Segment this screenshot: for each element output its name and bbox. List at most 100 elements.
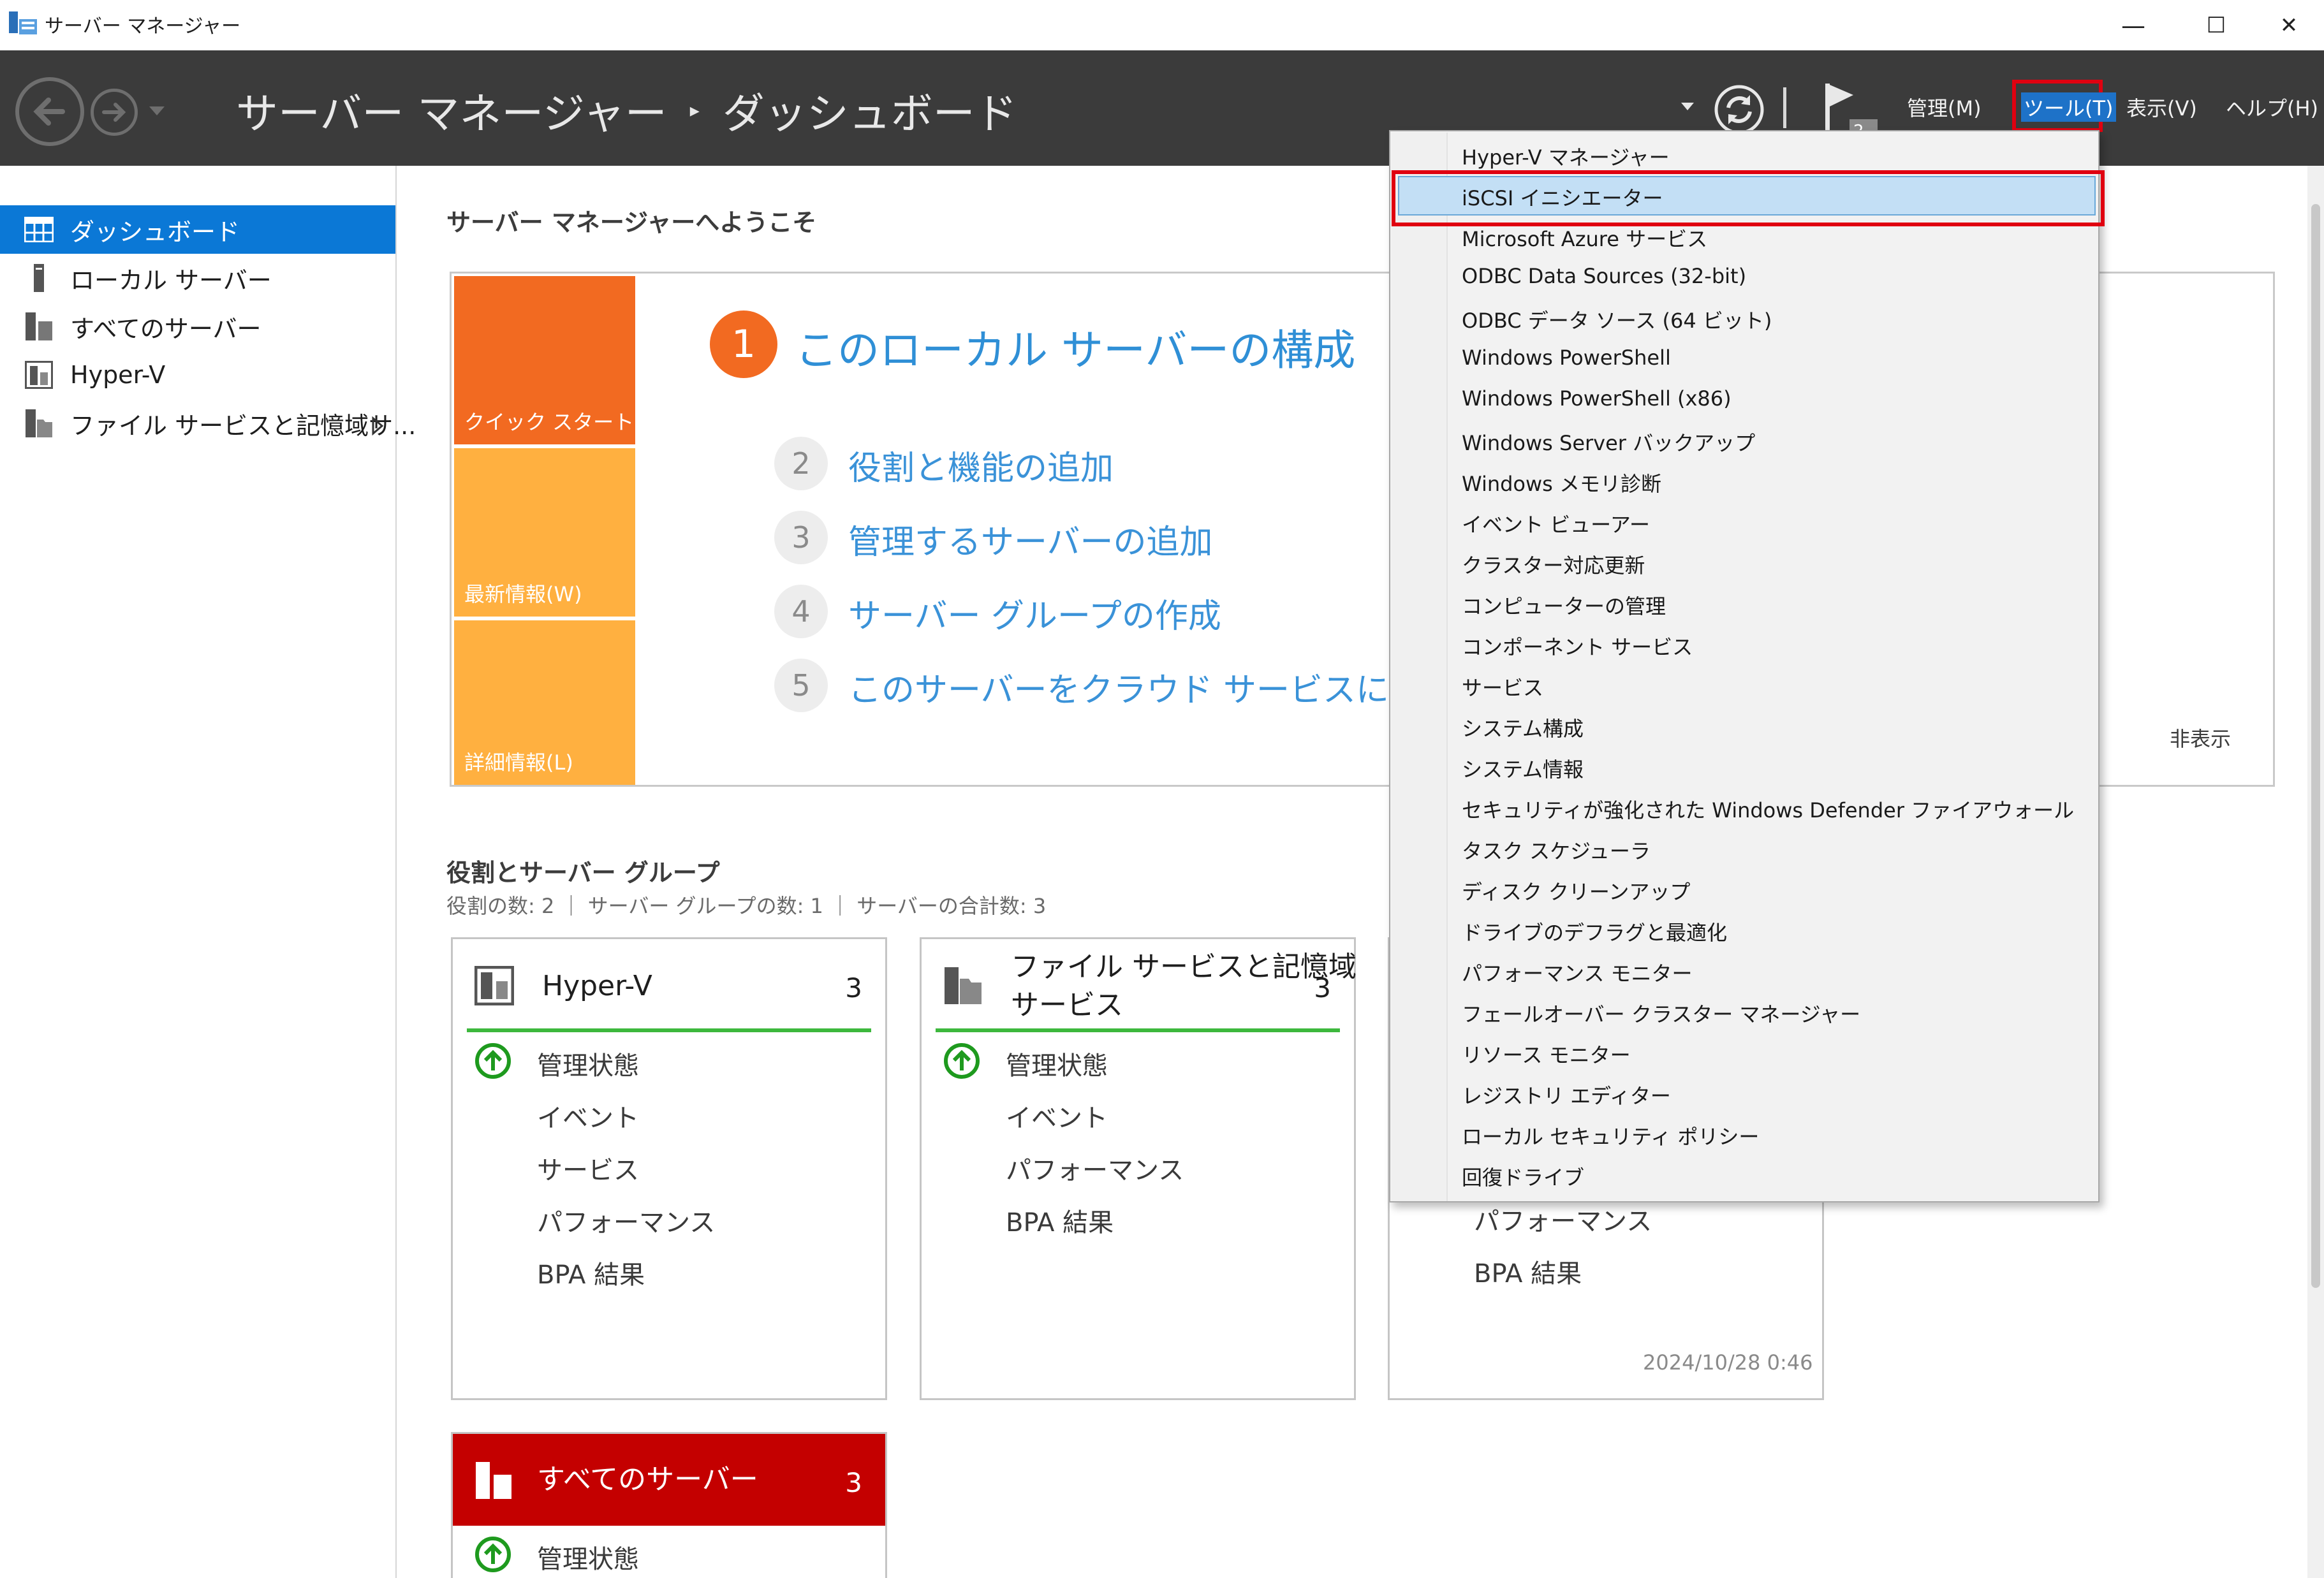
local-server-icon	[24, 263, 54, 293]
sidebar-item-local-server[interactable]: ローカル サーバー	[0, 254, 395, 302]
role-card-file-services[interactable]: ファイル サービスと記憶域 サービス 3 管理状態 イベント パフォーマンス B…	[920, 937, 1357, 1400]
card-row-manageability[interactable]: 管理状態	[537, 1538, 639, 1575]
menu-item-system-information[interactable]: システム情報	[1462, 754, 1584, 783]
step-5-number: 5	[774, 659, 828, 712]
breadcrumb-root[interactable]: サーバー マネージャー	[236, 80, 667, 141]
tile-label: 最新情報(W)	[464, 582, 582, 606]
menu-manage[interactable]: 管理(M)	[1907, 92, 1982, 122]
tile-quick-start[interactable]: クイック スタート(Q)	[454, 276, 666, 444]
expand-arrow-icon[interactable]	[371, 413, 384, 441]
menu-item-powershell[interactable]: Windows PowerShell	[1462, 346, 1671, 370]
tile-learn-more[interactable]: 詳細情報(L)	[454, 620, 635, 785]
menu-item-memory-diagnostic[interactable]: Windows メモリ診断	[1462, 468, 1661, 497]
hide-welcome-link[interactable]: 非表示	[2170, 723, 2231, 752]
card-title-line1[interactable]: ファイル サービスと記憶域	[1011, 948, 1357, 986]
minimize-button[interactable]: —	[2098, 0, 2168, 50]
card-count: 3	[845, 972, 862, 1004]
status-ok-icon	[943, 1042, 980, 1079]
menu-help[interactable]: ヘルプ(H)	[2226, 92, 2318, 122]
card-row-events[interactable]: イベント	[537, 1097, 639, 1134]
sidebar-item-all-servers[interactable]: すべてのサーバー	[0, 302, 395, 351]
menu-item-azure-services[interactable]: Microsoft Azure サービス	[1462, 223, 1707, 252]
card-count: 3	[845, 1467, 862, 1498]
card-timestamp: 2024/10/28 0:46	[1643, 1350, 1813, 1375]
card-row-manageability[interactable]: 管理状態	[1006, 1045, 1108, 1082]
menu-item-component-services[interactable]: コンポーネント サービス	[1462, 631, 1693, 661]
role-card-all-servers[interactable]: すべてのサーバー 3 管理状態	[451, 1432, 887, 1578]
menu-item-disk-cleanup[interactable]: ディスク クリーンアップ	[1462, 876, 1690, 905]
menu-item-recovery-drive[interactable]: 回復ドライブ	[1462, 1162, 1584, 1191]
status-ok-icon	[474, 1042, 511, 1079]
header-divider	[1783, 87, 1786, 128]
card-row-performance[interactable]: パフォーマンス	[537, 1202, 715, 1239]
status-ok-icon	[474, 1536, 511, 1573]
role-card-hyperv[interactable]: Hyper-V 3 管理状態 イベント サービス パフォーマンス BPA 結果	[451, 937, 887, 1400]
step-2-link[interactable]: 役割と機能の追加	[848, 441, 1114, 489]
close-button[interactable]: ✕	[2254, 0, 2324, 50]
sidebar-item-label: Hyper-V	[70, 361, 166, 389]
menu-item-failover-cluster-manager[interactable]: フェールオーバー クラスター マネージャー	[1462, 998, 1860, 1028]
step-3-link[interactable]: 管理するサーバーの追加	[848, 515, 1212, 563]
menu-view[interactable]: 表示(V)	[2126, 92, 2197, 122]
card-row-services[interactable]: サービス	[537, 1150, 639, 1187]
tools-dropdown-menu: Hyper-V マネージャー iSCSI イニシエーター Microsoft A…	[1389, 130, 2100, 1202]
card-header: ファイル サービスと記憶域 サービス 3	[936, 939, 1357, 1032]
menu-item-defender-firewall[interactable]: セキュリティが強化された Windows Defender ファイアウォール	[1462, 794, 2074, 824]
history-dropdown-icon[interactable]	[148, 105, 166, 119]
card-title-line2[interactable]: サービス	[1011, 986, 1123, 1025]
menu-item-task-scheduler[interactable]: タスク スケジューラ	[1462, 835, 1651, 865]
menu-item-computer-management[interactable]: コンピューターの管理	[1462, 590, 1666, 620]
menu-item-performance-monitor[interactable]: パフォーマンス モニター	[1462, 958, 1693, 987]
card-title[interactable]: すべてのサーバー	[537, 1461, 758, 1499]
card-row-performance[interactable]: パフォーマンス	[1006, 1150, 1184, 1187]
sidebar-item-label: ローカル サーバー	[70, 266, 272, 295]
dashboard-icon	[24, 215, 54, 244]
forward-button[interactable]	[91, 89, 138, 136]
sidebar-item-label: ダッシュボード	[70, 217, 240, 246]
sidebar-item-dashboard[interactable]: ダッシュボード	[0, 205, 395, 254]
card-row-manageability[interactable]: 管理状態	[537, 1045, 639, 1082]
card-count: 3	[1314, 972, 1331, 1004]
menu-tools[interactable]: ツール(T)	[2021, 92, 2116, 122]
sidebar: ダッシュボード ローカル サーバー すべてのサーバー Hyper-V ファイル …	[0, 166, 416, 1578]
menu-item-event-viewer[interactable]: イベント ビューアー	[1462, 509, 1650, 538]
tile-whats-new[interactable]: 最新情報(W)	[454, 448, 635, 617]
menu-item-services[interactable]: サービス	[1462, 672, 1543, 701]
hyperv-icon	[474, 965, 515, 1006]
sidebar-item-label: すべてのサーバー	[70, 314, 261, 343]
step-1-link[interactable]: このローカル サーバーの構成	[795, 316, 1355, 377]
card-row-bpa[interactable]: BPA 結果	[1474, 1253, 1582, 1290]
menu-item-local-security-policy[interactable]: ローカル セキュリティ ポリシー	[1462, 1121, 1759, 1150]
card-title[interactable]: Hyper-V	[542, 967, 652, 1005]
menu-item-server-backup[interactable]: Windows Server バックアップ	[1462, 427, 1755, 457]
menu-item-resource-monitor[interactable]: リソース モニター	[1462, 1039, 1631, 1069]
card-row-events[interactable]: イベント	[1006, 1097, 1108, 1134]
menu-item-hyperv-manager[interactable]: Hyper-V マネージャー	[1462, 142, 1670, 171]
step-4-link[interactable]: サーバー グループの作成	[848, 589, 1221, 637]
sidebar-item-file-services[interactable]: ファイル サービスと記憶域サ...	[0, 399, 416, 448]
menu-item-defrag[interactable]: ドライブのデフラグと最適化	[1462, 917, 1727, 946]
hyperv-icon	[24, 360, 54, 390]
server-dropdown-icon[interactable]	[1680, 101, 1695, 114]
card-row-bpa[interactable]: BPA 結果	[537, 1254, 645, 1291]
menu-item-system-configuration[interactable]: システム構成	[1462, 713, 1584, 742]
sidebar-item-hyperv[interactable]: Hyper-V	[0, 351, 395, 399]
menu-item-powershell-x86[interactable]: Windows PowerShell (x86)	[1462, 386, 1732, 411]
scrollbar-thumb[interactable]	[2311, 204, 2320, 1288]
iscsi-highlight-box	[1392, 170, 2105, 226]
card-header-alert: すべてのサーバー 3	[453, 1434, 885, 1526]
roles-summary: 役割の数: 2 ｜ サーバー グループの数: 1 ｜ サーバーの合計数: 3	[446, 894, 1047, 918]
menu-item-odbc-64[interactable]: ODBC データ ソース (64 ビット)	[1462, 305, 1772, 334]
back-button[interactable]	[15, 77, 84, 146]
menu-item-cluster-aware-updating[interactable]: クラスター対応更新	[1462, 550, 1645, 579]
all-servers-icon	[24, 312, 54, 341]
menu-tools-highlight-box: ツール(T)	[2012, 80, 2116, 132]
maximize-button[interactable]: ☐	[2181, 0, 2251, 50]
menu-item-registry-editor[interactable]: レジストリ エディター	[1462, 1080, 1671, 1109]
card-row-bpa[interactable]: BPA 結果	[1006, 1202, 1114, 1239]
window-title-bar: サーバー マネージャー — ☐ ✕	[0, 0, 2324, 50]
tile-label: 詳細情報(L)	[464, 750, 573, 775]
card-row-performance[interactable]: パフォーマンス	[1474, 1201, 1652, 1238]
menu-item-odbc-32[interactable]: ODBC Data Sources (32-bit)	[1462, 264, 1746, 288]
window-title: サーバー マネージャー	[45, 15, 241, 38]
